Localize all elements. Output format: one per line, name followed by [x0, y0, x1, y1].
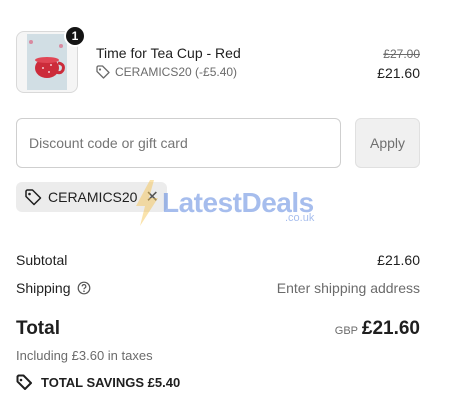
watermark-domain: .co.uk — [285, 212, 315, 224]
currency-code: GBP — [334, 325, 358, 337]
product-name: Time for Tea Cup - Red — [96, 45, 241, 61]
tag-icon — [96, 65, 110, 79]
shipping-value: Enter shipping address — [276, 280, 420, 296]
total-value: £21.60 — [361, 318, 420, 339]
discounted-price: £21.60 — [377, 65, 420, 81]
shipping-row: Shipping — [16, 280, 91, 296]
applied-code-label: CERAMICS20 — [48, 189, 138, 205]
total-label: Total — [16, 318, 60, 339]
subtotal-label: Subtotal — [16, 252, 68, 268]
product-discount-label: CERAMICS20 (-£5.40) — [115, 65, 238, 79]
total-savings-label: TOTAL SAVINGS £5.40 — [41, 375, 181, 390]
product-discount: CERAMICS20 (-£5.40) — [96, 65, 237, 79]
savings-tag-icon — [16, 374, 32, 390]
tag-icon — [25, 189, 42, 206]
shipping-label: Shipping — [16, 280, 71, 296]
subtotal-value: £21.60 — [377, 252, 420, 268]
quantity-badge: 1 — [64, 25, 86, 47]
lightning-bolt-icon — [136, 180, 158, 226]
total-savings: TOTAL SAVINGS £5.40 — [16, 374, 180, 391]
tax-note: Including £3.60 in taxes — [16, 348, 153, 363]
apply-button[interactable]: Apply — [355, 118, 420, 168]
help-circle-icon[interactable] — [77, 281, 91, 295]
discount-code-input[interactable] — [16, 118, 341, 168]
original-price: £27.00 — [383, 47, 420, 61]
